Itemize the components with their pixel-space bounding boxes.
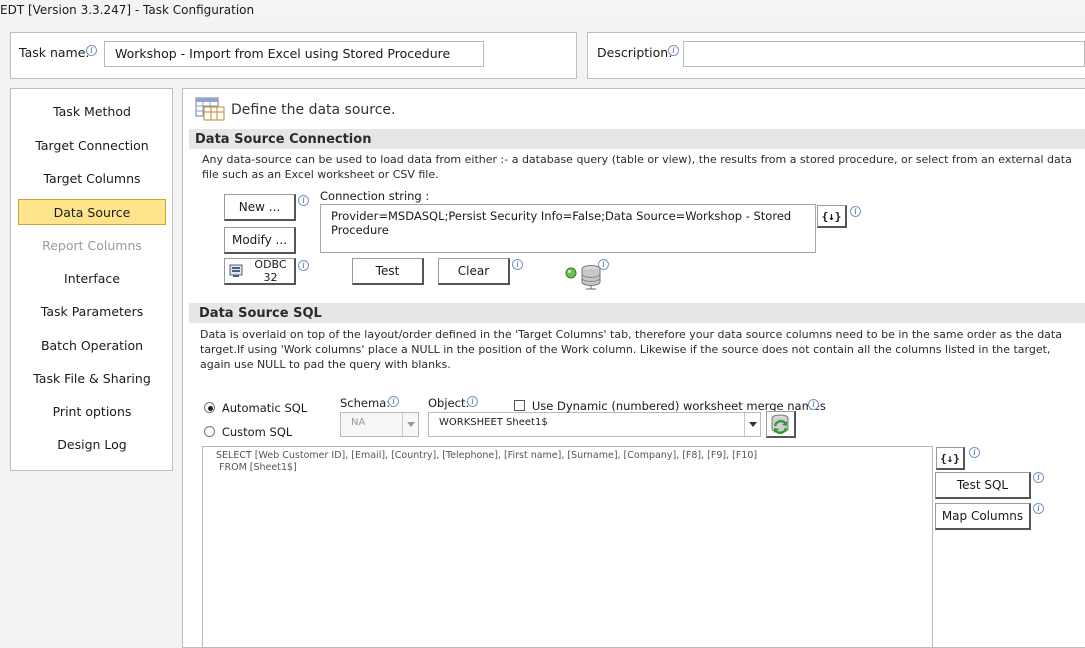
refresh-objects-button[interactable]	[766, 411, 796, 438]
test-sql-button[interactable]: Test SQL	[935, 472, 1031, 499]
custom-sql-label: Custom SQL	[221, 425, 293, 439]
sidebar-item-print-options[interactable]: Print options	[18, 399, 166, 425]
connection-variable-label: {↓}	[821, 209, 842, 223]
odbc-monitor-icon	[229, 264, 243, 278]
connection-section-title: Data Source Connection	[195, 132, 372, 147]
sidebar-item-task-file-sharing[interactable]: Task File & Sharing	[18, 366, 166, 392]
test-connection-button[interactable]: Test	[352, 258, 424, 285]
test-sql-info-icon[interactable]: i	[1033, 472, 1044, 483]
connection-string-field[interactable]: Provider=MSDASQL;Persist Security Info=F…	[320, 204, 816, 253]
connection-variable-button[interactable]: {↓}	[817, 205, 847, 228]
object-info-icon[interactable]: i	[467, 396, 478, 407]
sql-query-text: SELECT [Web Customer ID], [Email], [Coun…	[216, 450, 758, 473]
dynamic-worksheet-info-icon[interactable]: i	[808, 399, 819, 410]
object-value: WORKSHEET Sheet1$	[439, 417, 548, 428]
automatic-sql-radio-dot	[204, 402, 215, 413]
window-title: EDT [Version 3.3.247] - Task Configurati…	[0, 3, 255, 17]
connection-status-info-icon[interactable]: i	[598, 259, 609, 270]
odbc32-label: ODBC 32	[254, 258, 287, 284]
refresh-database-icon	[769, 413, 793, 435]
connection-string-info-icon[interactable]: i	[850, 206, 861, 217]
automatic-sql-label: Automatic SQL	[221, 401, 308, 415]
schema-select[interactable]: NA	[340, 412, 419, 437]
connection-description: Any data-source can be used to load data…	[202, 153, 1072, 181]
sidebar-item-design-log[interactable]: Design Log	[18, 432, 166, 458]
page-heading: Define the data source.	[231, 102, 396, 118]
schema-value: NA	[351, 417, 366, 428]
sql-section-header	[189, 303, 1085, 323]
sidebar-item-report-columns[interactable]: Report Columns	[18, 233, 166, 259]
connection-string-label: Connection string :	[320, 189, 430, 203]
dynamic-worksheet-check-box	[514, 400, 525, 411]
connection-status-light-icon	[565, 267, 577, 282]
object-select[interactable]: WORKSHEET Sheet1$	[428, 412, 761, 437]
sql-variable-button[interactable]: {↓}	[936, 447, 965, 470]
schema-label: Schema:	[340, 396, 391, 410]
task-name-value: Workshop - Import from Excel using Store…	[115, 46, 451, 61]
odbc-info-icon[interactable]: i	[298, 260, 309, 271]
automatic-sql-radio[interactable]: Automatic SQL	[204, 401, 307, 415]
sidebar-item-data-source[interactable]: Data Source	[18, 199, 166, 225]
map-columns-button[interactable]: Map Columns	[935, 503, 1031, 530]
sidebar-item-target-columns[interactable]: Target Columns	[18, 166, 166, 192]
connection-string-value: Provider=MSDASQL;Persist Security Info=F…	[331, 209, 792, 237]
sidebar-item-batch-operation[interactable]: Batch Operation	[18, 333, 166, 359]
object-dropdown-arrow-icon	[744, 413, 760, 436]
schema-info-icon[interactable]: i	[388, 396, 399, 407]
table-grid-icon	[195, 97, 225, 124]
new-connection-button[interactable]: New ...	[224, 194, 296, 221]
task-name-info-icon[interactable]: i	[86, 45, 97, 56]
description-info-icon[interactable]: i	[668, 45, 679, 56]
sql-description: Data is overlaid on top of the layout/or…	[200, 328, 1062, 371]
sql-section-title: Data Source SQL	[199, 306, 322, 321]
odbc32-button[interactable]: ODBC 32	[224, 258, 296, 285]
sql-variable-label: {↓}	[940, 451, 960, 465]
sql-query-textarea[interactable]: SELECT [Web Customer ID], [Email], [Coun…	[202, 446, 933, 648]
description-input[interactable]	[683, 41, 1085, 67]
sql-variable-info-icon[interactable]: i	[969, 447, 980, 458]
custom-sql-radio[interactable]: Custom SQL	[204, 425, 292, 439]
sidebar-item-task-parameters[interactable]: Task Parameters	[18, 299, 166, 325]
custom-sql-radio-dot	[204, 426, 215, 437]
clear-connection-button[interactable]: Clear	[438, 258, 510, 285]
description-label: Description:	[597, 45, 673, 60]
object-label: Object:	[428, 396, 470, 410]
sidebar-item-target-connection[interactable]: Target Connection	[18, 133, 166, 159]
modify-connection-button[interactable]: Modify ...	[224, 227, 296, 254]
new-connection-info-icon[interactable]: i	[298, 195, 309, 206]
map-columns-info-icon[interactable]: i	[1033, 503, 1044, 514]
test-clear-info-icon[interactable]: i	[512, 259, 523, 270]
sidebar-item-task-method[interactable]: Task Method	[18, 99, 166, 125]
task-name-label: Task name:	[19, 45, 90, 60]
task-name-input[interactable]: Workshop - Import from Excel using Store…	[104, 41, 484, 67]
schema-dropdown-arrow-icon	[402, 413, 418, 436]
title-bar: EDT [Version 3.3.247] - Task Configurati…	[0, 0, 1085, 22]
sidebar-item-interface[interactable]: Interface	[18, 266, 166, 292]
